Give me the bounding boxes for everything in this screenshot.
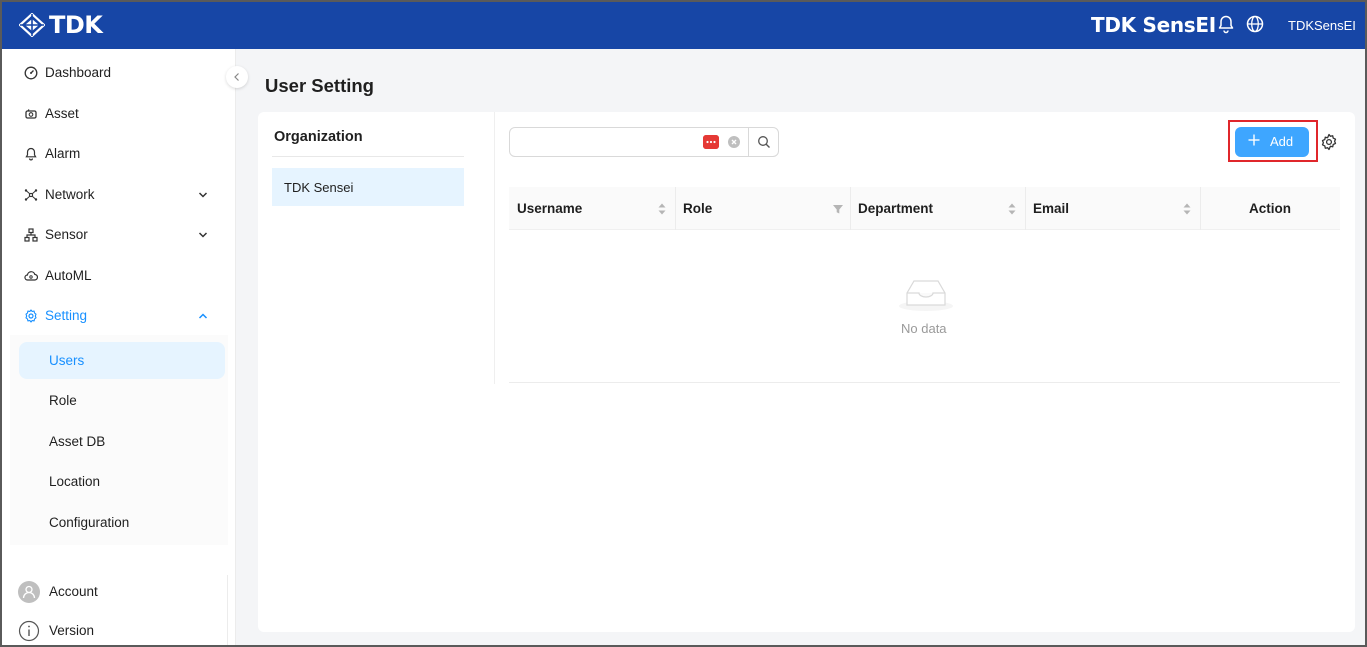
sidebar-item-label: Alarm [45,146,81,161]
network-icon [24,189,38,201]
column-header-action: Action [1200,187,1340,230]
submenu-item-users[interactable]: Users [19,342,225,379]
search-icon[interactable] [757,135,771,149]
user-setting-card: Organization TDK Sensei Add Username Rol… [258,112,1355,632]
bell-icon [25,147,37,161]
avatar-icon [18,581,40,603]
chevron-down-icon [198,192,208,198]
sidebar-item-alarm[interactable]: Alarm [2,134,236,174]
submenu-item-label: Configuration [49,515,130,530]
add-button-label: Add [1270,134,1294,149]
sidebar-item-label: Dashboard [45,65,112,80]
chevron-up-icon [198,313,208,319]
top-bar: TDK TDK SensEI TDKSensEI [2,2,1365,49]
page-title: User Setting [265,75,374,96]
column-header-label: Email [1033,201,1070,216]
collapse-sidebar-button[interactable] [226,66,248,88]
sidebar-item-automl[interactable]: AutoML [2,256,236,296]
add-user-button[interactable]: Add [1235,127,1309,157]
search-input[interactable] [518,133,698,151]
organization-item-label: TDK Sensei [284,180,354,195]
sidebar: Dashboard Asset Alarm Network Sensor Aut… [2,49,236,645]
chevron-down-icon [198,232,208,238]
submenu-item-configuration[interactable]: Configuration [19,504,225,541]
tdk-logo[interactable]: TDK [19,11,103,39]
chevron-left-icon [234,73,239,81]
submenu-item-role[interactable]: Role [19,382,225,419]
sidebar-item-label: AutoML [45,268,92,283]
column-header-label: Username [517,201,583,216]
empty-state-text: No data [901,321,947,336]
sort-icon[interactable] [1182,202,1192,216]
info-icon [18,620,40,642]
tdk-logo-icon [19,13,45,37]
column-header-label: Role [683,201,713,216]
sidebar-item-label: Asset [45,106,79,121]
sidebar-item-asset[interactable]: Asset [2,94,236,134]
sort-icon[interactable] [1007,202,1017,216]
submenu-item-location[interactable]: Location [19,463,225,500]
notification-bell-icon[interactable] [1216,14,1236,34]
sidebar-item-label: Network [45,187,95,202]
submenu-item-asset-db[interactable]: Asset DB [19,423,225,460]
column-header-username[interactable]: Username [509,187,675,230]
sort-icon[interactable] [657,202,667,216]
search-box [509,127,779,157]
divider [227,575,228,645]
column-header-department[interactable]: Department [850,187,1025,230]
sidebar-item-network[interactable]: Network [2,175,236,215]
sidebar-item-dashboard[interactable]: Dashboard [2,53,236,93]
submenu-item-label: Location [49,474,101,489]
submenu-item-label: Users [49,353,85,368]
sidebar-item-label: Version [49,623,95,638]
sidebar-item-version[interactable]: Version [2,615,228,645]
column-header-email[interactable]: Email [1025,187,1200,230]
logo-text: TDK [49,11,103,39]
empty-inbox-icon [899,280,953,311]
submenu-item-label: Role [49,393,77,408]
sensor-icon [24,228,38,242]
gear-icon [25,309,37,323]
password-manager-icon[interactable] [703,135,719,149]
clear-icon[interactable] [728,136,740,148]
plus-icon [1248,134,1260,146]
language-globe-icon[interactable] [1245,14,1265,34]
dashboard-icon [24,66,38,80]
user-menu[interactable]: TDKSensEI [1288,18,1356,34]
sidebar-item-sensor[interactable]: Sensor [2,215,236,255]
divider [272,156,464,157]
column-header-label: Department [858,201,934,216]
divider [494,112,495,384]
column-header-role[interactable]: Role [675,187,850,230]
automl-icon [24,271,38,281]
table-settings-icon[interactable] [1320,133,1338,151]
table-header: Username Role Department Email Action [509,187,1340,230]
organization-item[interactable]: TDK Sensei [272,168,464,206]
submenu-item-label: Asset DB [49,434,106,449]
asset-icon [25,109,37,119]
sidebar-item-setting[interactable]: Setting [2,296,236,336]
divider [748,128,749,156]
app-window: TDK TDK SensEI TDKSensEI Dashboard Asset… [2,2,1365,645]
column-header-label: Action [1249,201,1291,216]
organization-title: Organization [274,129,363,145]
divider [509,382,1340,383]
sidebar-item-label: Account [49,584,98,599]
app-title: TDK SensEI [1091,13,1216,37]
filter-icon[interactable] [832,202,844,216]
sidebar-item-label: Setting [45,308,88,323]
sidebar-item-account[interactable]: Account [2,576,228,608]
sidebar-item-label: Sensor [45,227,88,242]
